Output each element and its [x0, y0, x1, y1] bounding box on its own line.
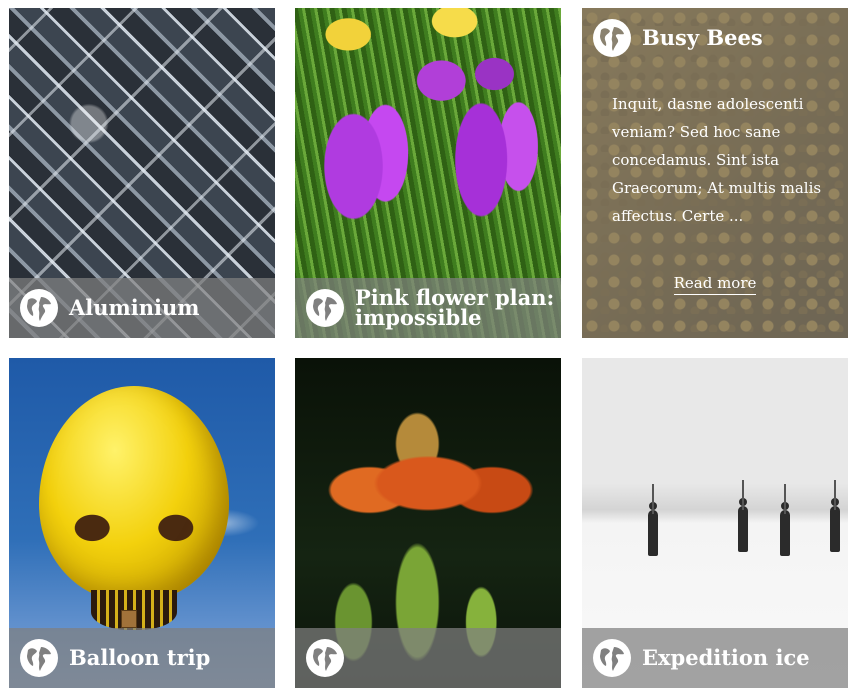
tile-caption: Expedition ice: [582, 628, 848, 688]
tile-title: Expedition ice: [642, 645, 810, 670]
tile-title: Balloon trip: [69, 645, 211, 670]
tile-grid: Aluminium Pink flower plan: impossible B…: [0, 0, 856, 696]
globe-icon: [306, 639, 344, 677]
balloon-shape: [39, 386, 229, 601]
tile-busy-bees[interactable]: Busy Bees Inquit, dasne adolescenti veni…: [582, 8, 848, 338]
globe-icon: [593, 19, 631, 57]
tile-header: Busy Bees: [592, 18, 763, 58]
person-figure: [780, 484, 790, 556]
person-figure: [648, 484, 658, 556]
tile-caption: [295, 628, 561, 688]
read-more: Read more: [582, 273, 848, 295]
tile-bat[interactable]: [295, 358, 561, 688]
person-figure: [830, 480, 840, 552]
tile-title: Busy Bees: [642, 25, 763, 50]
tile-balloon-trip[interactable]: Balloon trip: [9, 358, 275, 688]
person-figure: [738, 480, 748, 552]
read-more-link[interactable]: Read more: [673, 274, 757, 295]
balloon-basket: [121, 610, 137, 628]
tile-expedition-ice[interactable]: Expedition ice: [582, 358, 848, 688]
tile-caption: Balloon trip: [9, 628, 275, 688]
tile-aluminium[interactable]: Aluminium: [9, 8, 275, 338]
tile-caption: Aluminium: [9, 278, 275, 338]
tile-title: Pink flower plan: impossible: [355, 285, 555, 330]
tile-caption: Pink flower plan: impossible: [295, 278, 561, 338]
tile-excerpt: Inquit, dasne adolescenti veniam? Sed ho…: [612, 95, 822, 225]
tile-title: Aluminium: [69, 295, 200, 320]
globe-icon: [306, 289, 344, 327]
tile-pink-flower[interactable]: Pink flower plan: impossible: [295, 8, 561, 338]
globe-icon: [20, 639, 58, 677]
globe-icon: [20, 289, 58, 327]
globe-icon: [593, 639, 631, 677]
